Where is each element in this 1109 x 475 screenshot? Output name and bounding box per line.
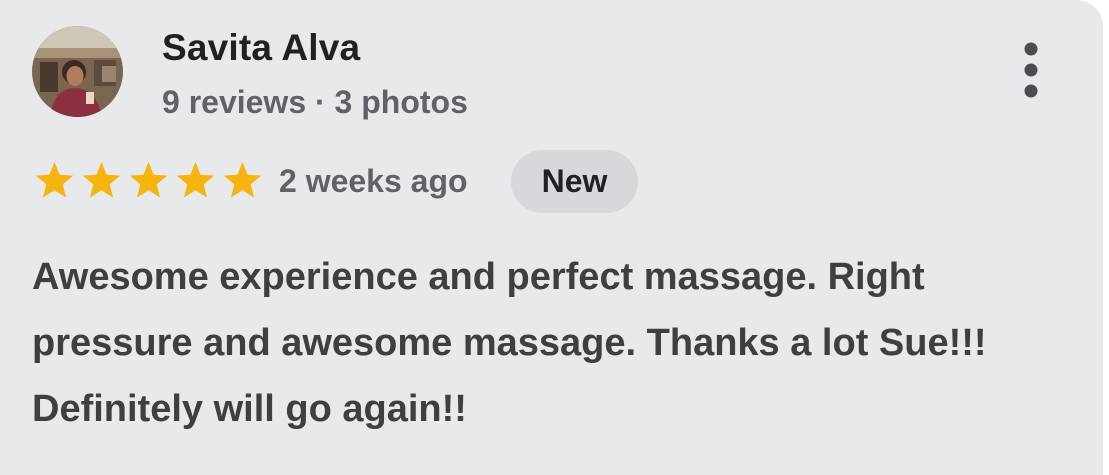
author-meta: 9 reviews · 3 photos [162, 84, 468, 120]
star-icon [129, 162, 168, 198]
star-rating [32, 160, 265, 200]
author-avatar[interactable] [32, 26, 123, 117]
more-options-button[interactable] [1012, 40, 1050, 102]
star-icon [82, 162, 121, 198]
avatar-photo [32, 26, 123, 117]
review-card: Savita Alva 9 reviews · 3 photos 2 weeks… [0, 0, 1103, 475]
more-vert-icon [1024, 42, 1038, 98]
star-icon [176, 162, 215, 198]
new-badge: New [511, 150, 638, 213]
review-text: Awesome experience and perfect massage. … [32, 256, 987, 430]
author-name[interactable]: Savita Alva [162, 26, 360, 70]
review-time: 2 weeks ago [279, 163, 468, 199]
star-icon [223, 162, 262, 198]
star-icon [35, 162, 74, 198]
